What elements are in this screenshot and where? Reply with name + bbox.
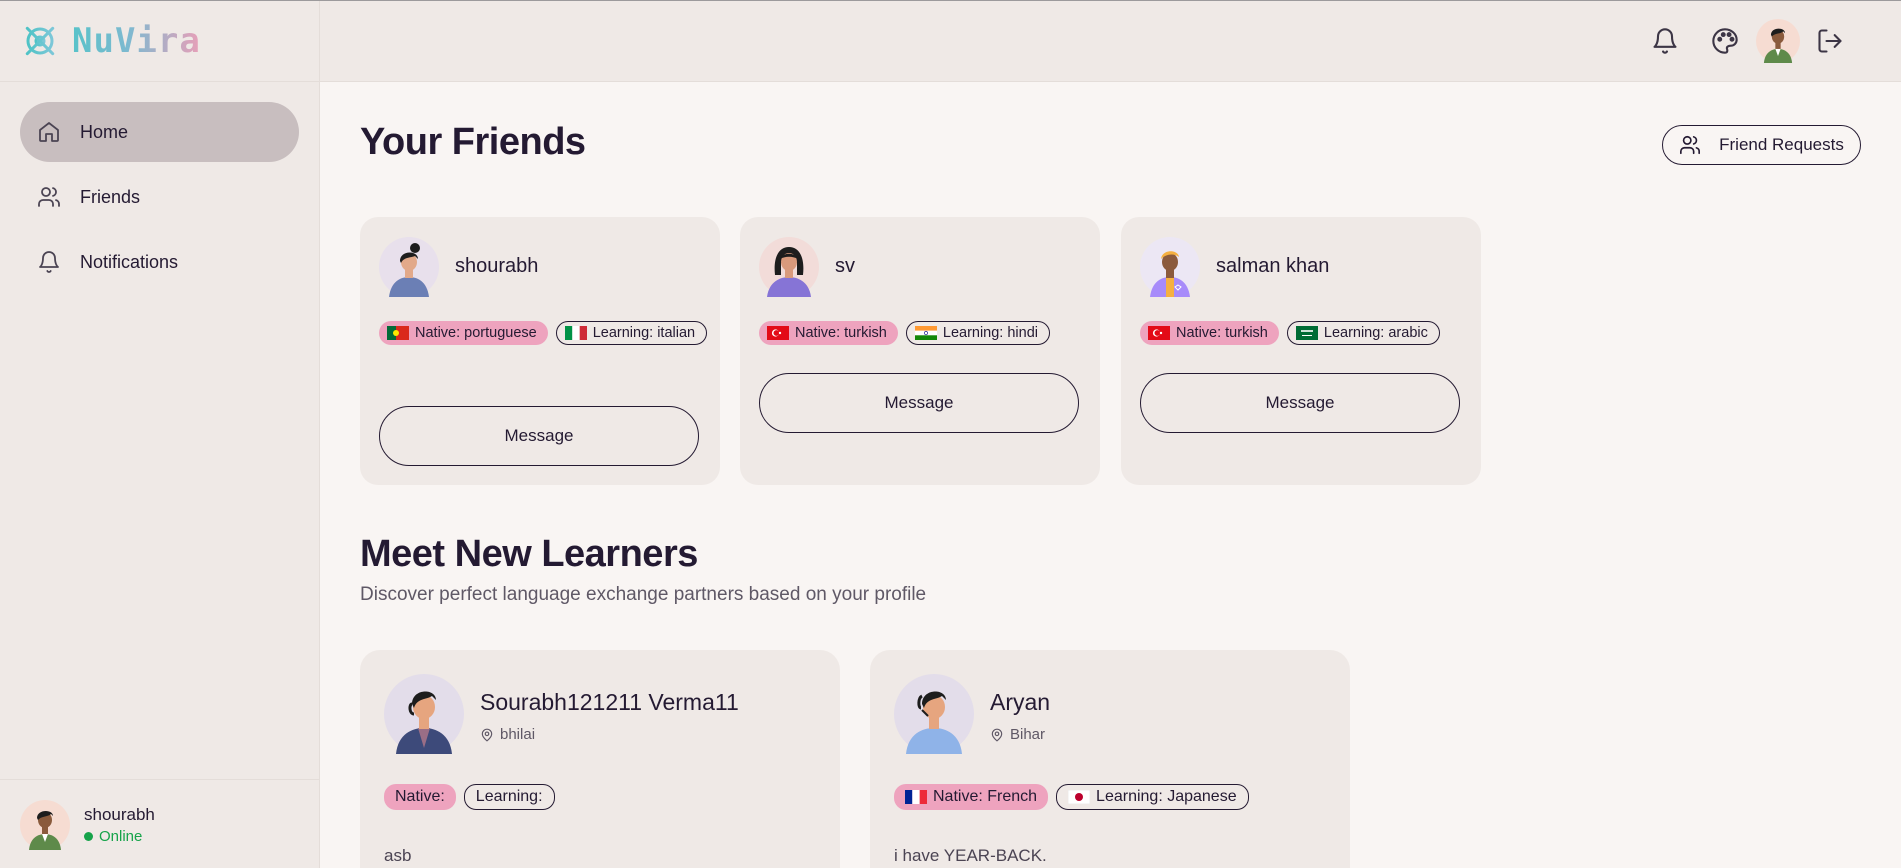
status-badge: Online: [84, 828, 155, 845]
users-icon: [36, 184, 62, 210]
language-tags: Native: Learning:: [384, 784, 824, 810]
section-title: Meet New Learners: [360, 533, 698, 575]
learner-name: Aryan: [990, 689, 1051, 715]
sidebar-item-label: Notifications: [80, 251, 179, 272]
brand[interactable]: NuVira: [0, 1, 319, 82]
location-text: bhilai: [500, 726, 536, 743]
page-title: Your Friends: [360, 121, 586, 163]
sidebar-item-label: Home: [80, 121, 129, 142]
sidebar-item-friends[interactable]: Friends: [20, 167, 299, 227]
sidebar-nav: Home Friends Notifications: [0, 82, 319, 292]
language-tags: Native: portuguese Learning: italian: [379, 321, 709, 345]
turkey-flag-icon: [767, 326, 789, 340]
language-tags: Native: turkish Learning: arabic: [1140, 321, 1470, 345]
learner-card: Sourabh121211 Verma11 bhilai Native: Lea…: [360, 650, 840, 868]
learning-language-text: Learning: italian: [592, 325, 696, 341]
avatar: [1140, 237, 1200, 297]
section-subtitle: Discover perfect language exchange partn…: [360, 584, 927, 605]
home-icon: [36, 119, 62, 145]
friend-name: shourabh: [455, 255, 539, 277]
native-language-badge: Native: French: [894, 784, 1049, 810]
friend-requests-label: Friend Requests: [1719, 135, 1844, 154]
saudi-flag-icon: [1295, 326, 1318, 340]
native-language-text: Native: French: [933, 788, 1038, 805]
avatar: [894, 674, 974, 754]
italy-flag-icon: [564, 326, 587, 340]
language-tags: Native: French Learning: Japanese: [894, 784, 1334, 810]
avatar: [384, 674, 464, 754]
sidebar: NuVira Home Friends Notifications shoura…: [0, 1, 320, 868]
learning-language-text: Learning: hindi: [942, 325, 1039, 341]
learner-bio: i have YEAR-BACK.: [894, 846, 1047, 865]
learning-language-badge: Learning: arabic: [1286, 321, 1440, 345]
learner-bio: asb: [384, 846, 412, 865]
learning-language-text: Learning: Japanese: [1096, 788, 1237, 805]
friend-name: sv: [835, 255, 855, 277]
avatar: [379, 237, 439, 297]
bell-icon: [36, 249, 62, 275]
learner-location: bhilai: [480, 726, 535, 743]
learning-language-badge: Learning:: [463, 784, 555, 810]
ship-wheel-icon: [20, 21, 60, 61]
native-language-badge: Native: turkish: [1140, 321, 1279, 345]
sidebar-item-home[interactable]: Home: [20, 102, 299, 162]
india-flag-icon: [914, 326, 937, 340]
native-language-text: Native: turkish: [795, 325, 887, 341]
learner-name: Sourabh121211 Verma11: [480, 689, 739, 715]
topbar: [320, 1, 1901, 82]
sidebar-item-label: Friends: [80, 186, 141, 207]
message-button[interactable]: Message: [1140, 373, 1460, 433]
friend-card: salman khan Native: turkish Learning: ar…: [1121, 217, 1481, 485]
bell-icon[interactable]: [1645, 21, 1685, 61]
friend-card: shourabh Native: portuguese Learning: it…: [360, 217, 720, 485]
turkey-flag-icon: [1148, 326, 1170, 340]
learner-location: Bihar: [990, 726, 1045, 743]
status-text: Online: [99, 827, 143, 845]
language-tags: Native: turkish Learning: hindi: [759, 321, 1089, 345]
friend-name: salman khan: [1216, 255, 1330, 277]
sidebar-item-notifications[interactable]: Notifications: [20, 232, 299, 292]
users-icon: [1679, 134, 1701, 156]
palette-icon[interactable]: [1705, 21, 1745, 61]
portugal-flag-icon: [387, 326, 409, 340]
learning-language-badge: Learning: hindi: [905, 321, 1051, 345]
learning-language-badge: Learning: Japanese: [1056, 784, 1249, 810]
online-dot: [84, 831, 93, 841]
avatar: [759, 237, 819, 297]
main-content: Your Friends Friend Requests shourabh Na…: [320, 82, 1901, 868]
map-pin-icon: [990, 728, 1004, 742]
logout-icon[interactable]: [1810, 21, 1850, 61]
location-text: Bihar: [1010, 726, 1046, 743]
sidebar-user[interactable]: shourabh Online: [0, 779, 319, 868]
message-button[interactable]: Message: [759, 373, 1079, 433]
friend-card: sv Native: turkish Learning: hindi Messa…: [740, 217, 1100, 485]
native-language-text: Native: portuguese: [415, 325, 537, 341]
brand-name: NuVira: [72, 21, 201, 61]
learner-card: Aryan Bihar Native: French Learning: Jap…: [870, 650, 1350, 868]
friend-requests-button[interactable]: Friend Requests: [1662, 125, 1861, 165]
sidebar-user-name: shourabh: [84, 804, 155, 824]
map-pin-icon: [480, 728, 494, 742]
native-language-text: Native: turkish: [1176, 325, 1268, 341]
france-flag-icon: [905, 790, 927, 804]
native-language-badge: Native: turkish: [759, 321, 898, 345]
learning-language-text: Learning: arabic: [1323, 325, 1428, 341]
native-language-badge: Native:: [384, 784, 456, 810]
native-language-badge: Native: portuguese: [379, 321, 548, 345]
message-button[interactable]: Message: [379, 406, 699, 466]
japan-flag-icon: [1068, 790, 1091, 804]
learning-language-badge: Learning: italian: [555, 321, 708, 345]
avatar[interactable]: [1756, 19, 1800, 63]
avatar: [20, 799, 70, 850]
